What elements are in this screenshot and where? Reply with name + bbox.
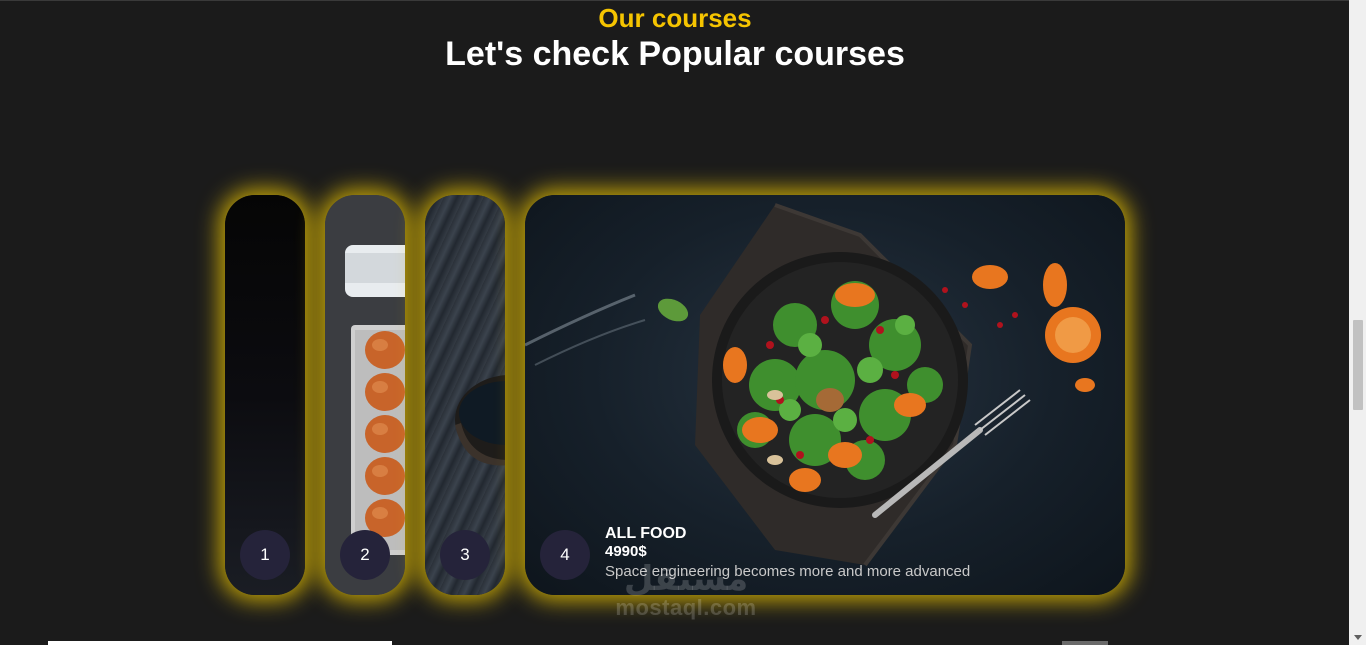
course-card-3[interactable]: 3 [425,195,505,595]
scrollbar-thumb[interactable] [1353,320,1363,410]
course-card-1[interactable]: 1 [225,195,305,595]
bottom-progress-bar [48,641,392,645]
scroll-down-arrow-icon[interactable] [1354,635,1362,640]
section-heading: Let's check Popular courses [445,35,905,73]
section-eyebrow: Our courses [598,3,752,33]
course-price: 4990$ [605,543,647,560]
page: Our courses Let's check Popular courses … [0,0,1366,645]
top-divider [0,0,1366,1]
card-number-badge[interactable]: 3 [440,530,490,580]
course-card-4[interactable]: 4 ALL FOOD 4990$ Space engineering becom… [525,195,1125,595]
card-number-badge[interactable]: 2 [340,530,390,580]
bottom-indicator [1062,641,1108,645]
card-number-badge[interactable]: 1 [240,530,290,580]
course-title: ALL FOOD [605,525,687,542]
vertical-scrollbar[interactable] [1349,0,1366,645]
card-number-badge[interactable]: 4 [540,530,590,580]
watermark-logo: مستقل [623,560,749,598]
watermark: مستقل mostaql.com [596,562,776,620]
course-card-2[interactable]: 2 [325,195,405,595]
watermark-text: mostaql.com [615,595,757,620]
